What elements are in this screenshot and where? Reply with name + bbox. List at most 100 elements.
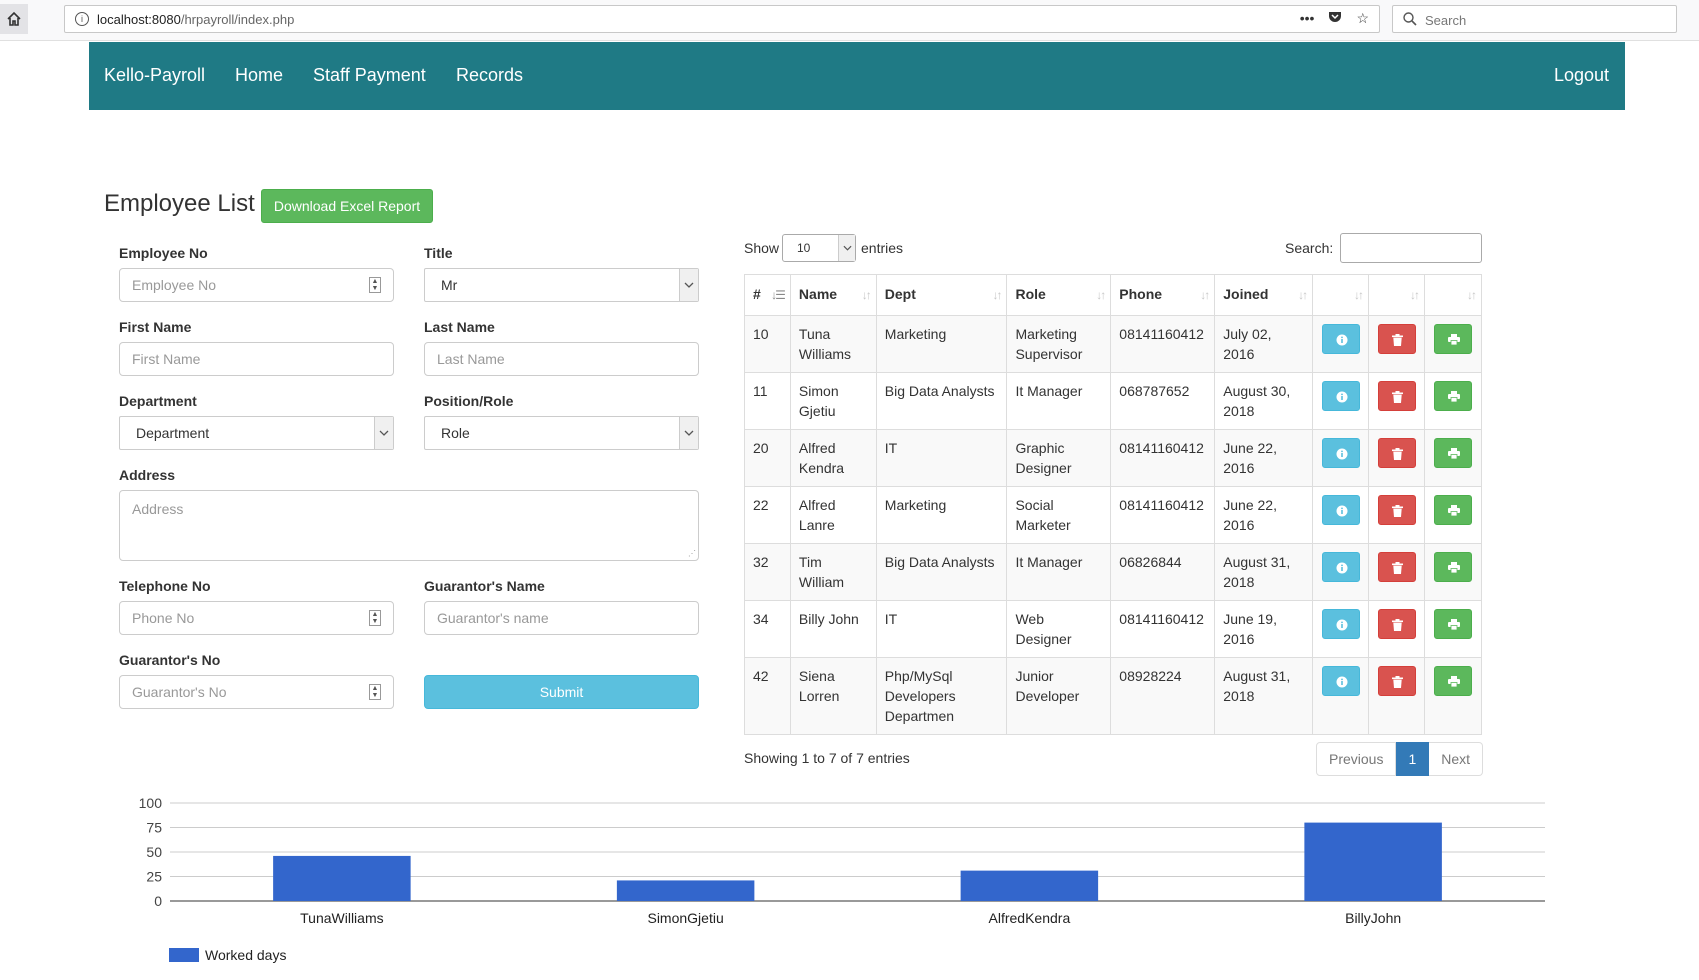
cell-phone: 06826844 [1110, 543, 1216, 601]
print-button[interactable] [1433, 324, 1472, 354]
cell-info [1312, 600, 1370, 658]
trash-icon [1391, 676, 1403, 688]
table-info-text: Showing 1 to 7 of 7 entries [744, 750, 910, 766]
sort-icon: ↓↑ [861, 288, 872, 302]
col-header-name[interactable]: Name ↓↑ [789, 274, 877, 316]
info-button[interactable] [1321, 381, 1360, 411]
print-icon [1447, 619, 1460, 630]
stepper-icon[interactable]: ▲ ▼ [369, 610, 381, 626]
col-header-id[interactable]: # ↓☰ [744, 274, 791, 316]
delete-button[interactable] [1377, 495, 1416, 525]
info-button[interactable] [1321, 324, 1360, 354]
info-icon[interactable]: i [75, 12, 89, 26]
stepper-icon[interactable]: ▲ ▼ [369, 277, 381, 293]
department-select[interactable]: Department [119, 416, 394, 450]
bar [960, 870, 1099, 901]
telephone-input[interactable]: Phone No ▲ ▼ [119, 601, 394, 635]
cell-id: 11 [744, 372, 791, 430]
col-header-role[interactable]: Role ↓↑ [1006, 274, 1112, 316]
delete-button[interactable] [1377, 552, 1416, 582]
print-button[interactable] [1433, 609, 1472, 639]
home-icon[interactable] [0, 4, 28, 34]
nav-home[interactable]: Home [235, 65, 283, 86]
employee-no-placeholder: Employee No [132, 277, 217, 293]
print-button[interactable] [1433, 495, 1472, 525]
info-button[interactable] [1321, 666, 1360, 696]
col-header-label: Name [798, 286, 838, 302]
delete-button[interactable] [1377, 381, 1416, 411]
star-icon[interactable]: ☆ [1356, 10, 1369, 27]
info-button[interactable] [1321, 495, 1360, 525]
cell-phone: 08141160412 [1110, 486, 1216, 544]
cell-id: 32 [744, 543, 791, 601]
resize-handle-icon[interactable]: ⋰ [688, 550, 696, 558]
entries-select[interactable]: 10 [782, 234, 856, 262]
table-row: 32 Tim William Big Data Analysts It Mana… [744, 543, 1483, 601]
delete-button[interactable] [1377, 438, 1416, 468]
bar [273, 855, 411, 901]
delete-button[interactable] [1377, 609, 1416, 639]
address-label: Address [119, 467, 176, 483]
print-button[interactable] [1433, 438, 1472, 468]
page-title: Employee List [104, 190, 255, 217]
show-label: Show [744, 240, 780, 256]
col-header-delete[interactable]: ↓↑ [1368, 274, 1425, 316]
trash-icon [1391, 619, 1403, 631]
info-button[interactable] [1321, 438, 1360, 468]
cell-delete [1368, 372, 1425, 430]
info-button[interactable] [1321, 552, 1360, 582]
chevron-down-icon [374, 417, 393, 449]
col-header-info[interactable]: ↓↑ [1312, 274, 1370, 316]
cell-print [1423, 315, 1483, 373]
delete-button[interactable] [1377, 324, 1416, 354]
position-select[interactable]: Role [424, 416, 699, 450]
cell-phone: 08928224 [1110, 657, 1216, 735]
print-button[interactable] [1433, 381, 1472, 411]
pagination-page-1[interactable]: 1 [1396, 742, 1430, 776]
y-tick-label: 75 [146, 820, 162, 836]
brand-link[interactable]: Kello-Payroll [104, 65, 205, 86]
delete-button[interactable] [1377, 666, 1416, 696]
address-textarea[interactable]: Address ⋰ [119, 490, 699, 561]
pagination-previous[interactable]: Previous [1316, 742, 1397, 776]
nav-logout[interactable]: Logout [1554, 65, 1609, 86]
col-header-joined[interactable]: Joined ↓↑ [1214, 274, 1314, 316]
title-select[interactable]: Mr [424, 268, 699, 302]
address-bar[interactable]: i localhost:8080/hrpayroll/index.php •••… [64, 5, 1380, 33]
pocket-icon[interactable] [1328, 10, 1342, 27]
cell-dept: IT [875, 600, 1008, 658]
cell-id: 42 [744, 657, 791, 735]
entries-select-value: 10 [797, 241, 811, 255]
cell-role: It Manager [1006, 543, 1112, 601]
guarantor-name-input[interactable]: Guarantor's name [424, 601, 699, 635]
nav-records[interactable]: Records [456, 65, 523, 86]
cell-id: 20 [744, 429, 791, 487]
print-button[interactable] [1433, 666, 1472, 696]
cell-info [1312, 315, 1370, 373]
url-text: localhost:8080/hrpayroll/index.php [97, 12, 295, 27]
employee-no-label: Employee No [119, 245, 208, 261]
more-icon[interactable]: ••• [1300, 10, 1315, 27]
print-icon [1447, 562, 1460, 573]
guarantor-no-input[interactable]: Guarantor's No ▲ ▼ [119, 675, 394, 709]
col-header-phone[interactable]: Phone ↓↑ [1110, 274, 1216, 316]
last-name-input[interactable]: Last Name [424, 342, 699, 376]
pagination-next[interactable]: Next [1429, 742, 1484, 776]
first-name-input[interactable]: First Name [119, 342, 394, 376]
title-label: Title [424, 245, 453, 261]
employee-no-input[interactable]: Employee No ▲ ▼ [119, 268, 394, 302]
col-header-print[interactable]: ↓↑ [1423, 274, 1483, 316]
download-excel-button[interactable]: Download Excel Report [261, 189, 433, 223]
browser-search-field[interactable]: Search [1392, 5, 1677, 33]
submit-button[interactable]: Submit [424, 675, 699, 709]
cell-info [1312, 429, 1370, 487]
info-button[interactable] [1321, 609, 1360, 639]
print-button[interactable] [1433, 552, 1472, 582]
table-search-input[interactable] [1340, 233, 1482, 263]
stepper-icon[interactable]: ▲ ▼ [369, 684, 381, 700]
cell-info [1312, 657, 1370, 735]
nav-staff-payment[interactable]: Staff Payment [313, 65, 426, 86]
cell-role: Web Designer [1006, 600, 1112, 658]
cell-delete [1368, 429, 1425, 487]
col-header-dept[interactable]: Dept ↓↑ [875, 274, 1008, 316]
